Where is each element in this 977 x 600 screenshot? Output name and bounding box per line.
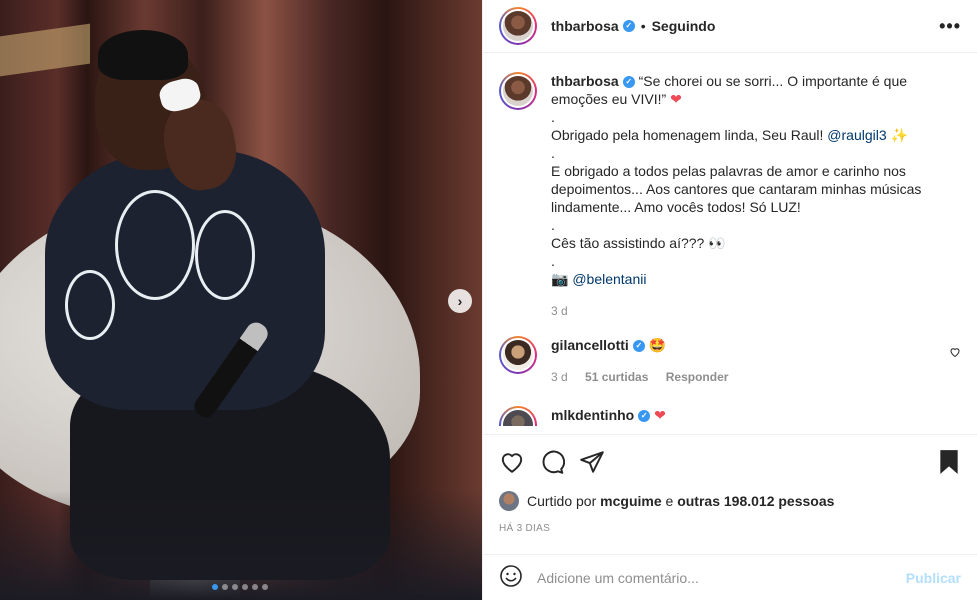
- verified-badge-icon: ✓: [622, 20, 635, 32]
- carousel-dot: [232, 584, 238, 590]
- caption-dot: .: [551, 253, 555, 269]
- caption-dot: .: [551, 109, 555, 125]
- carousel-dot: [262, 584, 268, 590]
- commenter-username[interactable]: mlkdentinho: [551, 407, 634, 423]
- camera-icon: 📷: [551, 271, 569, 287]
- action-icons: [499, 449, 961, 475]
- post-photo[interactable]: ›: [0, 0, 482, 600]
- caption-text: thbarbosa ✓ “Se chorei ou se sorri... O i…: [551, 72, 961, 288]
- comment-time[interactable]: 3 d: [551, 370, 568, 384]
- caption-paragraph2: E obrigado a todos pelas palavras de amo…: [551, 163, 922, 215]
- comment-bubble-icon[interactable]: [539, 449, 565, 475]
- caption-username[interactable]: thbarbosa: [551, 73, 619, 89]
- liked-by-others[interactable]: outras 198.012 pessoas: [677, 493, 834, 509]
- add-comment-bar: Publicar: [483, 554, 977, 600]
- mention-belentanii[interactable]: @belentanii: [572, 271, 646, 287]
- carousel-dot: [222, 584, 228, 590]
- post-actions: Curtido por mcguime e outras 198.012 pes…: [483, 434, 977, 554]
- comment-row: gilancellotti ✓ 🤩 3 d 51 curtidas Respond…: [499, 336, 961, 384]
- liked-by-prefix: Curtido por: [527, 493, 601, 509]
- caption-thanks: Obrigado pela homenagem linda, Seu Raul!…: [551, 126, 961, 144]
- author-username[interactable]: thbarbosa: [551, 18, 619, 34]
- person-sweater: [45, 150, 325, 410]
- caption-dot: .: [551, 145, 555, 161]
- author-avatar[interactable]: [499, 7, 537, 45]
- publish-button[interactable]: Publicar: [906, 570, 961, 586]
- more-options-icon[interactable]: •••: [939, 16, 961, 37]
- caption-question: Cês tão assistindo aí??? 👀: [551, 235, 726, 251]
- post-timestamp[interactable]: HÁ 3 DIAS: [499, 523, 961, 534]
- comment-reply-button[interactable]: Responder: [666, 370, 729, 384]
- commenter-avatar[interactable]: [499, 406, 537, 426]
- red-heart-emoji: ❤: [654, 407, 666, 423]
- save-bookmark-icon[interactable]: [937, 449, 961, 475]
- red-heart-emoji: ❤: [670, 91, 682, 107]
- sparkles-emoji: ✨: [890, 127, 908, 143]
- caption-avatar[interactable]: [499, 72, 537, 110]
- comment-text: gilancellotti ✓ 🤩: [551, 336, 961, 354]
- carousel-dots: [212, 584, 268, 590]
- caption-credit: 📷 @belentanii: [551, 270, 961, 288]
- caption-thanks-text: Obrigado pela homenagem linda, Seu Raul!: [551, 127, 828, 143]
- comment-like-heart-icon[interactable]: [949, 346, 961, 361]
- share-plane-icon[interactable]: [579, 449, 605, 475]
- caption-row: thbarbosa ✓ “Se chorei ou se sorri... O i…: [499, 72, 961, 318]
- comment-likes[interactable]: 51 curtidas: [585, 370, 648, 384]
- commenter-username[interactable]: gilancellotti: [551, 337, 629, 353]
- liker-avatar[interactable]: [499, 491, 519, 511]
- comment-row: mlkdentinho ✓ ❤: [499, 406, 961, 426]
- post-panel: thbarbosa ✓ • Seguindo ••• thbarbosa ✓ “S…: [482, 0, 977, 600]
- comment-input[interactable]: [537, 569, 906, 586]
- next-media-arrow-icon[interactable]: ›: [448, 289, 472, 313]
- mention-raulgil3[interactable]: @raulgil3: [827, 127, 886, 143]
- carousel-dot: [242, 584, 248, 590]
- post-header: thbarbosa ✓ • Seguindo •••: [483, 0, 977, 53]
- header-separator: •: [640, 18, 646, 34]
- comment-meta: 3 d 51 curtidas Responder: [551, 370, 961, 384]
- verified-badge-icon: ✓: [638, 410, 651, 423]
- verified-badge-icon: ✓: [632, 340, 645, 353]
- caption-meta: 3 d: [551, 304, 961, 318]
- comment-emoji: 🤩: [648, 337, 667, 353]
- caption-dot: .: [551, 217, 555, 233]
- liker-username[interactable]: mcguime: [600, 493, 661, 509]
- person-hair: [98, 30, 188, 80]
- stage-light: [0, 23, 90, 77]
- like-heart-icon[interactable]: [499, 449, 525, 475]
- comment-text: mlkdentinho ✓ ❤: [551, 406, 961, 424]
- liked-by-text: Curtido por mcguime e outras 198.012 pes…: [527, 493, 834, 509]
- comments-list[interactable]: thbarbosa ✓ “Se chorei ou se sorri... O i…: [483, 54, 977, 434]
- verified-badge-icon: ✓: [622, 76, 635, 89]
- carousel-dot: [252, 584, 258, 590]
- commenter-avatar[interactable]: [499, 336, 537, 374]
- following-button[interactable]: Seguindo: [652, 18, 716, 34]
- caption-time[interactable]: 3 d: [551, 304, 568, 318]
- carousel-dot-active: [212, 584, 218, 590]
- liked-by-middle: e: [661, 493, 678, 509]
- emoji-picker-icon[interactable]: [499, 564, 523, 591]
- liked-by: Curtido por mcguime e outras 198.012 pes…: [499, 491, 961, 511]
